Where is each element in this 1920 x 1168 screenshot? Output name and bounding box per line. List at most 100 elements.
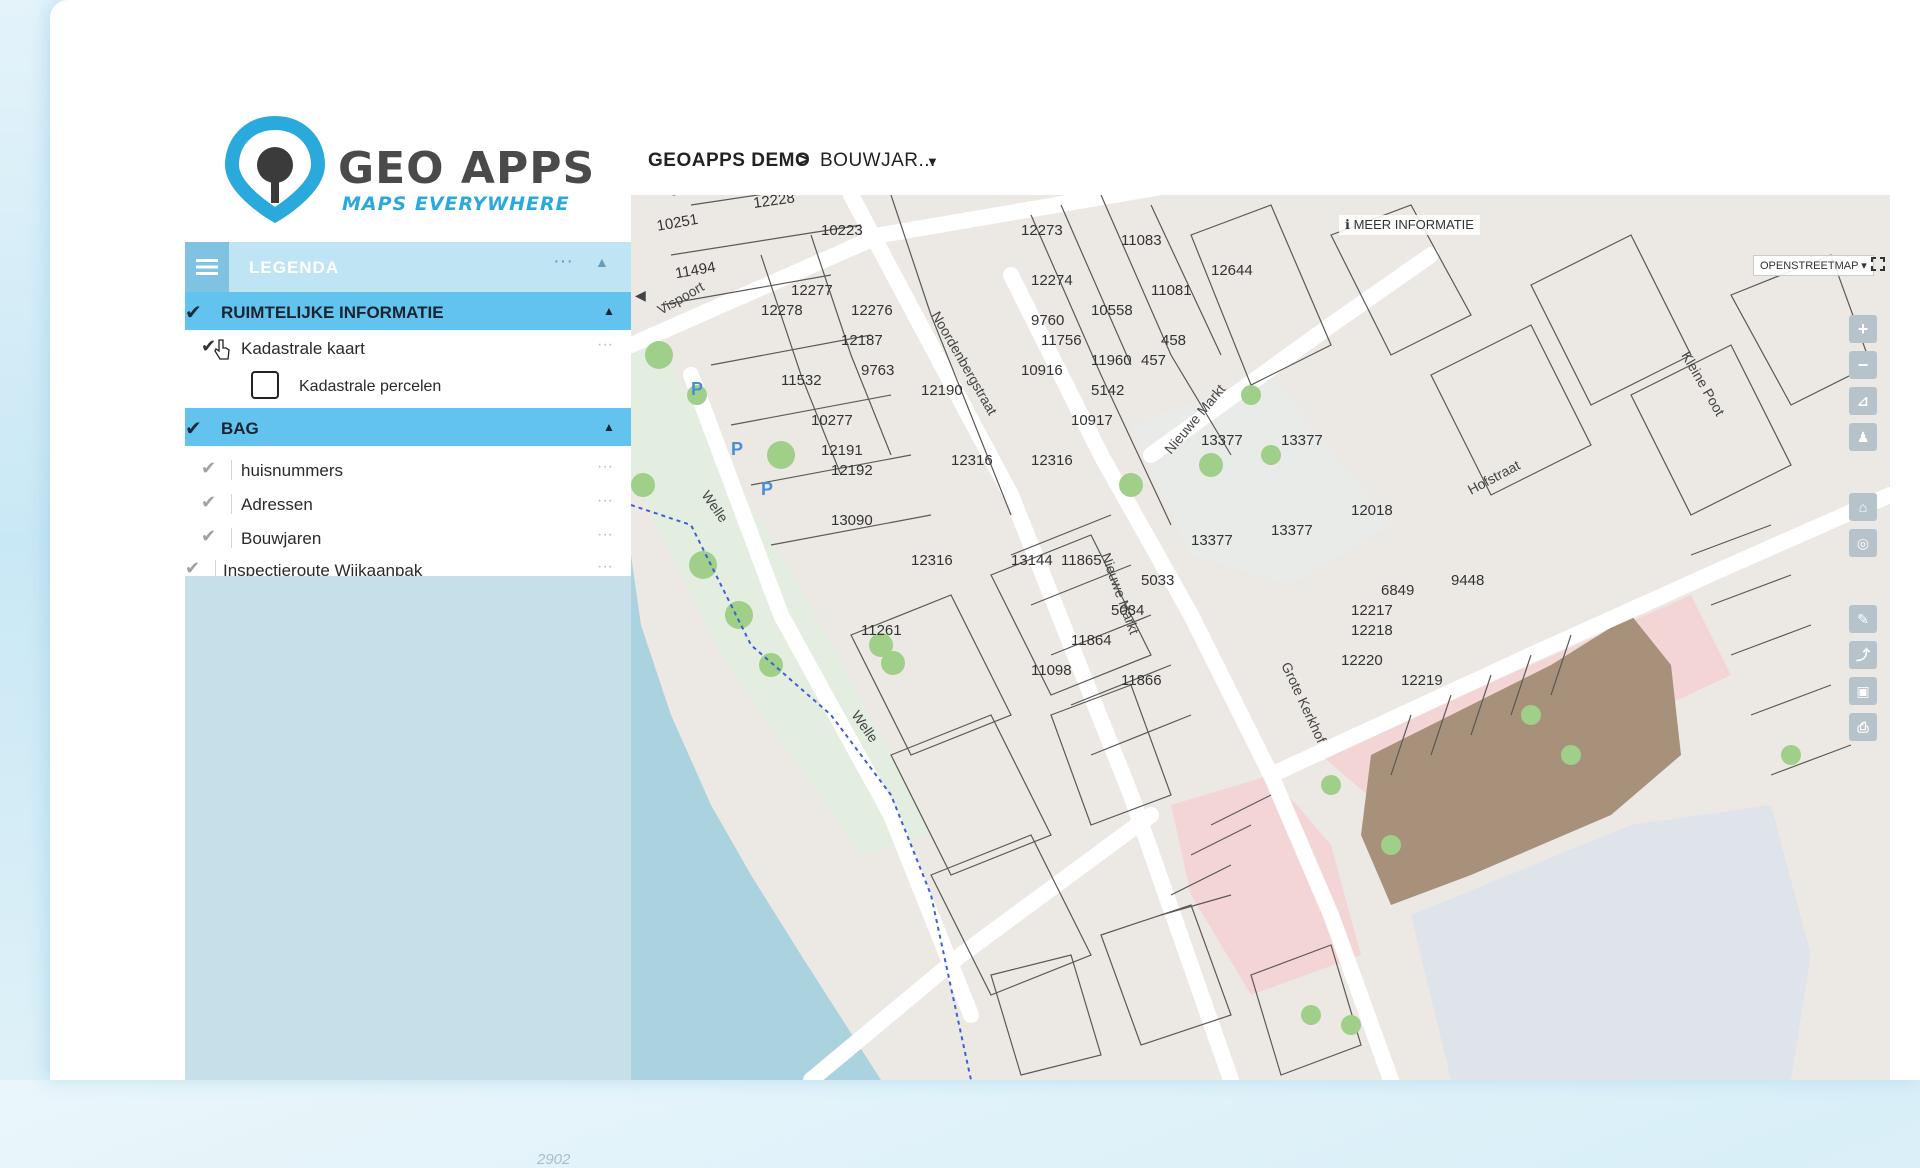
menu-button[interactable] (185, 242, 229, 292)
street-label-grote-kerkhof: Grote Kerkhof (1278, 660, 1329, 746)
layer-label: Kadastrale percelen (299, 378, 442, 395)
svg-text:10251: 10251 (655, 211, 699, 235)
basemap-select[interactable]: OPENSTREETMAP ▾ (1753, 255, 1874, 276)
legend-empty-area: 2902 (185, 576, 631, 1168)
layer-label: Adressen (241, 495, 313, 514)
menu-icon (196, 259, 218, 275)
svg-text:11494: 11494 (674, 259, 717, 283)
svg-text:13377: 13377 (1281, 432, 1323, 449)
svg-text:458: 458 (1161, 332, 1186, 349)
svg-text:11532: 11532 (781, 372, 822, 389)
svg-text:11865: 11865 (1061, 552, 1102, 569)
save-icon[interactable]: ▣ (1849, 677, 1877, 705)
svg-text:12192: 12192 (831, 462, 873, 479)
svg-text:9763: 9763 (861, 362, 894, 379)
layer-item-kadastrale-kaart[interactable]: ✔ Kadastrale kaart ··· (185, 332, 631, 364)
chevron-up-icon[interactable]: ▲ (603, 420, 615, 434)
layer-item-kadastrale-percelen[interactable]: Kadastrale percelen (185, 368, 631, 404)
check-icon[interactable]: ✔ (201, 492, 216, 513)
check-icon[interactable]: ✔ (185, 416, 202, 441)
chevron-down-icon: ▾ (1861, 260, 1867, 272)
svg-text:12316: 12316 (1031, 452, 1073, 469)
svg-text:5033: 5033 (1141, 572, 1174, 589)
layer-item-adressen[interactable]: ✔ Adressen ··· (185, 488, 631, 520)
map-view[interactable]: 11900 12252 12227 10251 12228 10223 1149… (631, 195, 1890, 1080)
layer-item-bouwjaren[interactable]: ✔ Bouwjaren ··· (185, 522, 631, 554)
svg-text:9448: 9448 (1451, 572, 1484, 589)
svg-text:12191: 12191 (821, 442, 863, 459)
svg-text:12018: 12018 (1351, 502, 1393, 519)
legend-collapse-button[interactable]: ▲ (595, 254, 609, 270)
share-icon[interactable]: ⤴ (1849, 641, 1877, 669)
svg-text:457: 457 (1141, 352, 1166, 369)
more-info-button[interactable]: ℹ MEER INFORMATIE (1339, 215, 1480, 235)
legend-sidebar: LEGENDA ··· ▲ ✔ RUIMTELIJKE INFORMATIE ▲… (185, 242, 631, 1168)
chevron-up-icon[interactable]: ▲ (603, 304, 615, 318)
layer-group-ruimtelijke[interactable]: ✔ RUIMTELIJKE INFORMATIE ▲ (185, 292, 631, 330)
svg-text:10916: 10916 (1021, 362, 1063, 379)
legend-options-button[interactable]: ··· (553, 250, 573, 273)
layer-options-button[interactable]: ··· (597, 526, 613, 544)
svg-text:12273: 12273 (1021, 222, 1063, 239)
print-icon[interactable]: ⎙ (1849, 713, 1877, 741)
svg-text:11098: 11098 (1031, 662, 1072, 679)
legend-header: LEGENDA ··· ▲ (185, 242, 631, 292)
svg-text:10558: 10558 (1091, 302, 1133, 319)
check-icon[interactable]: ✔ (201, 526, 216, 547)
collapse-panel-button[interactable]: ◀ (635, 287, 646, 304)
svg-text:11960: 11960 (1091, 352, 1132, 369)
logo-brand-text: GEO APPS (338, 143, 596, 194)
map-canvas[interactable]: 11900 12252 12227 10251 12228 10223 1149… (631, 195, 1890, 1080)
pencil-icon[interactable]: ✎ (1849, 605, 1877, 633)
svg-text:10277: 10277 (811, 412, 853, 429)
chevron-down-icon[interactable]: ▼ (926, 154, 939, 169)
svg-text:12278: 12278 (761, 302, 803, 319)
locate-icon[interactable]: ◎ (1849, 529, 1877, 557)
layer-group-title: BAG (221, 419, 259, 438)
svg-text:12316: 12316 (911, 552, 953, 569)
logo-tagline: MAPS EVERYWHERE (342, 193, 570, 215)
svg-text:P: P (691, 379, 703, 399)
breadcrumb-current[interactable]: BOUWJAR... (820, 150, 936, 172)
layer-item-huisnummers[interactable]: ✔ huisnummers ··· (185, 454, 631, 486)
layer-label: Bouwjaren (241, 529, 322, 548)
geoapps-logo: GEO APPS MAPS EVERYWHERE (220, 115, 600, 225)
layer-checkbox[interactable] (251, 371, 279, 399)
street-label-nieuwe-markt-2: Nieuwe Markt (1098, 551, 1142, 637)
breadcrumb-root[interactable]: GEOAPPS DEMO (648, 150, 810, 172)
check-icon[interactable]: ✔ (201, 458, 216, 479)
svg-text:11081: 11081 (1151, 282, 1192, 299)
layer-options-button[interactable]: ··· (597, 336, 613, 354)
home-icon[interactable]: ⌂ (1849, 493, 1877, 521)
zoom-out-icon[interactable]: − (1849, 351, 1877, 379)
svg-text:12276: 12276 (851, 302, 893, 319)
zoom-in-icon[interactable]: + (1849, 315, 1877, 343)
layer-options-button[interactable]: ··· (597, 492, 613, 510)
layer-options-button[interactable]: ··· (597, 458, 613, 476)
svg-text:12218: 12218 (1351, 622, 1393, 639)
more-info-label: MEER INFORMATIE (1353, 217, 1474, 232)
svg-text:12316: 12316 (951, 452, 993, 469)
check-icon[interactable]: ✔ (185, 300, 202, 325)
svg-text:10917: 10917 (1071, 412, 1113, 429)
measure-icon[interactable]: ⊿ (1849, 387, 1877, 415)
basemap-label: OPENSTREETMAP (1760, 260, 1859, 272)
person-icon[interactable]: ♟ (1849, 423, 1877, 451)
svg-text:5142: 5142 (1091, 382, 1124, 399)
layer-label: huisnummers (241, 461, 344, 480)
layer-list: ✔ RUIMTELIJKE INFORMATIE ▲ ✔ Kadastrale … (185, 292, 631, 580)
svg-text:12228: 12228 (752, 195, 796, 212)
fullscreen-icon[interactable] (1871, 257, 1885, 271)
svg-text:11864: 11864 (1071, 632, 1112, 649)
svg-text:9760: 9760 (1031, 312, 1064, 329)
svg-text:12220: 12220 (1341, 652, 1383, 669)
svg-text:13144: 13144 (1011, 552, 1053, 569)
layer-group-title: RUIMTELIJKE INFORMATIE (221, 303, 444, 322)
layer-options-button[interactable]: ··· (597, 558, 613, 576)
location-pin-icon (224, 115, 326, 224)
svg-text:13377: 13377 (1191, 532, 1233, 549)
street-label-hofstraat: Hofstraat (1465, 457, 1523, 498)
layer-group-bag[interactable]: ✔ BAG ▲ (185, 408, 631, 446)
svg-text:11261: 11261 (861, 622, 902, 639)
svg-text:12217: 12217 (1351, 602, 1393, 619)
